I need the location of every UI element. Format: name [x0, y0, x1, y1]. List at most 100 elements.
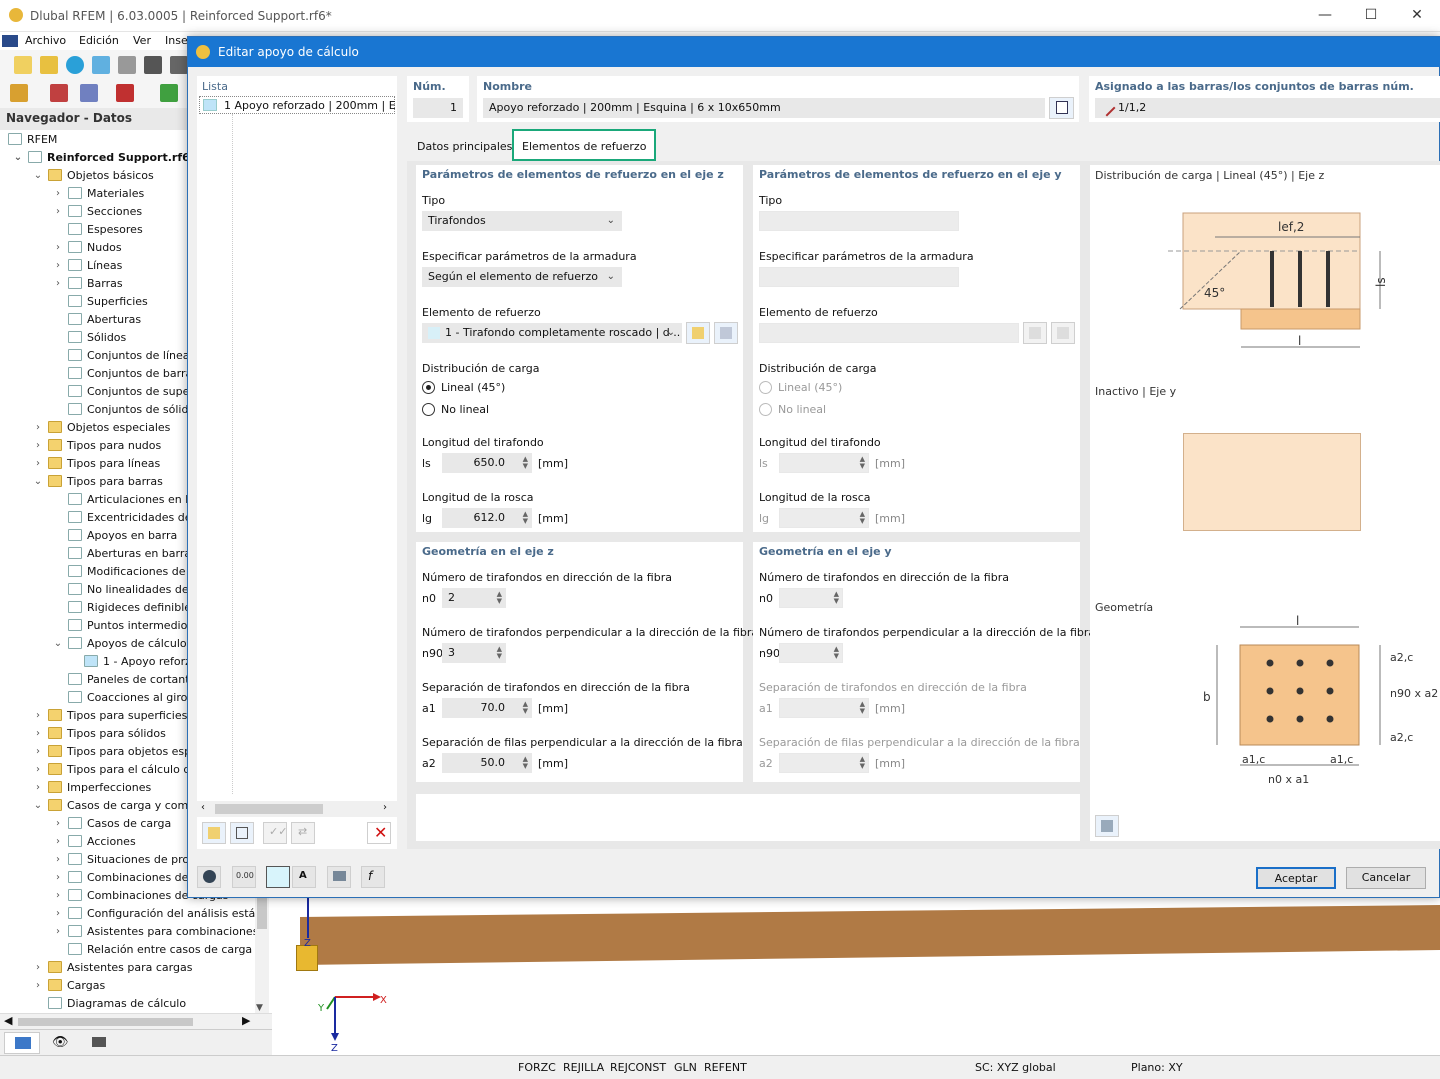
- chevron-right-icon[interactable]: ›: [32, 743, 44, 761]
- delete-item-button[interactable]: ✕: [367, 822, 391, 844]
- list-scroll-left-icon[interactable]: ‹: [201, 802, 205, 813]
- y-param-select[interactable]: [759, 267, 959, 287]
- z-a2-input[interactable]: 50.0▲▼▸: [442, 753, 532, 773]
- chevron-right-icon[interactable]: ›: [32, 725, 44, 743]
- tree-item[interactable]: › Asistentes para combinaciones: [56, 923, 258, 941]
- chevron-right-icon[interactable]: ›: [52, 239, 64, 257]
- tree-item[interactable]: › Líneas: [56, 257, 122, 275]
- chevron-right-icon[interactable]: ›: [52, 869, 64, 887]
- copy-item-button[interactable]: [230, 822, 254, 844]
- spinner-icon[interactable]: ▲ ▼: [497, 591, 502, 605]
- z-n90-input[interactable]: 3 ▲ ▼: [442, 643, 506, 663]
- chevron-right-icon[interactable]: ›: [32, 707, 44, 725]
- spinner-icon[interactable]: ▲ ▼: [523, 701, 528, 715]
- chevron-right-icon[interactable]: ›: [32, 959, 44, 977]
- cloud-icon[interactable]: [66, 56, 84, 74]
- num-field[interactable]: 1: [413, 98, 463, 118]
- z-dist-nonlinear-radio[interactable]: [422, 403, 435, 416]
- tree-item[interactable]: ⌄ Casos de carga y combi: [34, 797, 198, 815]
- tree-item[interactable]: › Tipos para líneas: [36, 455, 160, 473]
- y-edit-element-button[interactable]: [1051, 322, 1075, 344]
- tree-item[interactable]: › Situaciones de proy: [56, 851, 196, 869]
- chevron-right-icon[interactable]: ›: [32, 455, 44, 473]
- tree-item[interactable]: › Nudos: [56, 239, 122, 257]
- y-dist-nonlinear-radio[interactable]: [759, 403, 772, 416]
- chevron-right-icon[interactable]: ›: [32, 437, 44, 455]
- tree-item[interactable]: › Tipos para superficies: [36, 707, 187, 725]
- open-icon[interactable]: [40, 56, 58, 74]
- spinner-icon[interactable]: ▲ ▼: [834, 591, 839, 605]
- view-button[interactable]: [327, 866, 351, 888]
- chevron-down-icon[interactable]: ⌄: [52, 635, 64, 653]
- chevron-right-icon[interactable]: ›: [52, 275, 64, 293]
- tree-item[interactable]: Conjuntos de línea: [68, 347, 190, 365]
- chevron-right-icon[interactable]: ›: [52, 851, 64, 869]
- minimize-button[interactable]: —: [1302, 0, 1348, 32]
- accept-button[interactable]: Aceptar: [1256, 867, 1336, 889]
- z-len-input[interactable]: 650.0▲▼▸: [442, 453, 532, 473]
- tree-item[interactable]: Conjuntos de supe: [68, 383, 189, 401]
- tree-item[interactable]: Paneles de cortante: [68, 671, 196, 689]
- spinner-icon[interactable]: ▲ ▼: [523, 756, 528, 770]
- menu-edicion[interactable]: Edición: [79, 34, 119, 47]
- tree-item[interactable]: ⌄ Objetos básicos: [34, 167, 154, 185]
- magic-icon[interactable]: [10, 84, 28, 102]
- spinner-icon[interactable]: ▲ ▼: [497, 646, 502, 660]
- tree-item[interactable]: Superficies: [68, 293, 148, 311]
- maximize-button[interactable]: ☐: [1348, 0, 1394, 32]
- tree-item[interactable]: Articulaciones en b: [68, 491, 192, 509]
- chevron-down-icon[interactable]: ⌄: [12, 149, 24, 167]
- y-len-input[interactable]: ▲▼▸: [779, 453, 869, 473]
- spinner-icon[interactable]: ▲ ▼: [860, 456, 865, 470]
- tree-item[interactable]: › Casos de carga: [56, 815, 171, 833]
- edit-name-button[interactable]: [1049, 97, 1074, 119]
- web-icon[interactable]: [92, 56, 110, 74]
- run-icon[interactable]: [160, 84, 178, 102]
- y-a2-input[interactable]: ▲▼▸: [779, 753, 869, 773]
- z-dist-linear-radio[interactable]: [422, 381, 435, 394]
- tree-item[interactable]: › Tipos para objetos espe: [36, 743, 198, 761]
- tree-item[interactable]: › Barras: [56, 275, 123, 293]
- y-new-element-button[interactable]: [1023, 322, 1047, 344]
- text-button[interactable]: A: [292, 866, 316, 888]
- y-type-select[interactable]: [759, 211, 959, 231]
- cancel-button[interactable]: Cancelar: [1346, 867, 1426, 889]
- tree-item[interactable]: › Objetos especiales: [36, 419, 170, 437]
- tree-item[interactable]: › Combinaciones de: [56, 869, 188, 887]
- scroll-left-icon[interactable]: ◀: [4, 1014, 12, 1027]
- menu-archivo[interactable]: Archivo: [25, 34, 66, 47]
- y-dist-linear-radio[interactable]: [759, 381, 772, 394]
- y-n0-input[interactable]: ▲ ▼: [779, 588, 843, 608]
- tree-item[interactable]: Excentricidades de: [68, 509, 192, 527]
- tab-elementos-refuerzo[interactable]: Elementos de refuerzo: [512, 129, 657, 161]
- tab-datos-principales[interactable]: Datos principales: [409, 133, 520, 161]
- eye-icon[interactable]: 👁: [52, 1035, 69, 1050]
- y-element-select[interactable]: [759, 323, 1019, 343]
- check-button[interactable]: ✓✓: [263, 822, 287, 844]
- status-plane[interactable]: Plano: XY: [1131, 1061, 1183, 1074]
- tree-item[interactable]: › Cargas: [36, 977, 105, 995]
- list-scroll-right-icon[interactable]: ›: [383, 802, 387, 813]
- tree-item[interactable]: › Acciones: [56, 833, 136, 851]
- spinner-icon[interactable]: ▲ ▼: [860, 756, 865, 770]
- tree-item[interactable]: › Tipos para sólidos: [36, 725, 166, 743]
- z-a1-input[interactable]: 70.0▲▼▸: [442, 698, 532, 718]
- z-new-element-button[interactable]: [686, 322, 710, 344]
- z-type-select[interactable]: Tirafondos ⌄: [422, 211, 622, 231]
- print-preview-icon[interactable]: [118, 56, 136, 74]
- chevron-right-icon[interactable]: ›: [52, 923, 64, 941]
- tree-item[interactable]: 1 - Apoyo reforz: [84, 653, 191, 671]
- uncheck-button[interactable]: ⇄: [291, 822, 315, 844]
- chevron-right-icon[interactable]: ›: [52, 185, 64, 203]
- chevron-right-icon[interactable]: ›: [32, 761, 44, 779]
- chevron-right-icon[interactable]: ›: [52, 887, 64, 905]
- tree-item[interactable]: Espesores: [68, 221, 143, 239]
- menu-ver[interactable]: Ver: [133, 34, 151, 47]
- tree-item[interactable]: ⌄ Apoyos de cálculo: [54, 635, 187, 653]
- chevron-down-icon[interactable]: ⌄: [32, 167, 44, 185]
- status-forzc[interactable]: FORZC: [518, 1061, 556, 1074]
- z-thread-input[interactable]: 612.0▲▼▸: [442, 508, 532, 528]
- list-item[interactable]: 1 Apoyo reforzado | 200mm | Esqu: [199, 96, 396, 114]
- tree-item[interactable]: › Configuración del análisis estáti: [56, 905, 263, 923]
- z-element-select[interactable]: 1 - Tirafondo completamente roscado | d …: [422, 323, 682, 343]
